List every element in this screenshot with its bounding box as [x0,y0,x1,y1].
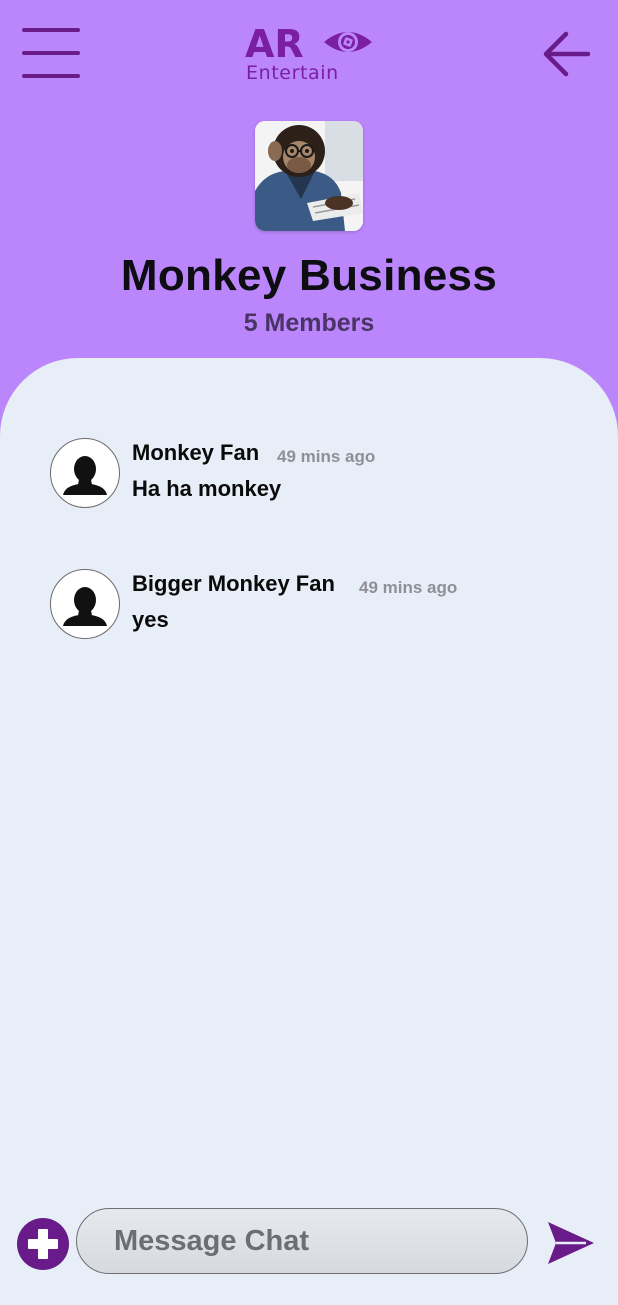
add-attachment-button[interactable] [16,1217,70,1271]
message-author[interactable]: Bigger Monkey Fan [132,570,335,598]
logo-text-entertain: Entertain [246,62,339,84]
message-input[interactable] [76,1208,528,1274]
user-silhouette-icon [63,456,107,495]
eye-icon [324,32,372,52]
send-icon [548,1222,594,1264]
send-button[interactable] [546,1220,596,1266]
hamburger-menu-icon [22,28,80,78]
chat-panel[interactable]: Monkey Fan 49 mins ago Ha ha monkey Bigg… [0,358,618,1305]
monkey-image [255,121,363,231]
back-button[interactable] [540,30,592,78]
app-logo: AR Entertain [244,24,376,84]
plus-icon [17,1218,69,1270]
avatar[interactable] [50,569,120,639]
logo-text-ar: AR [245,24,304,66]
message-author[interactable]: Monkey Fan [132,439,259,467]
message-timestamp: 49 mins ago [277,447,376,466]
arrow-left-icon [543,31,591,77]
message-item: Monkey Fan 49 mins ago Ha ha monkey [50,438,570,510]
message-item: Bigger Monkey Fan 49 mins ago yes [50,569,570,641]
menu-button[interactable] [22,26,80,80]
chat-header: AR Entertain Monkey Business 5 Members [0,0,618,420]
message-text: Ha ha monkey [132,476,282,501]
avatar[interactable] [50,438,120,508]
group-name: Monkey Business [120,251,498,300]
message-timestamp: 49 mins ago [359,578,458,597]
message-text: yes [132,607,169,632]
member-count[interactable]: 5 Members [0,307,618,339]
group-avatar[interactable] [255,121,363,231]
user-silhouette-icon [63,587,107,626]
